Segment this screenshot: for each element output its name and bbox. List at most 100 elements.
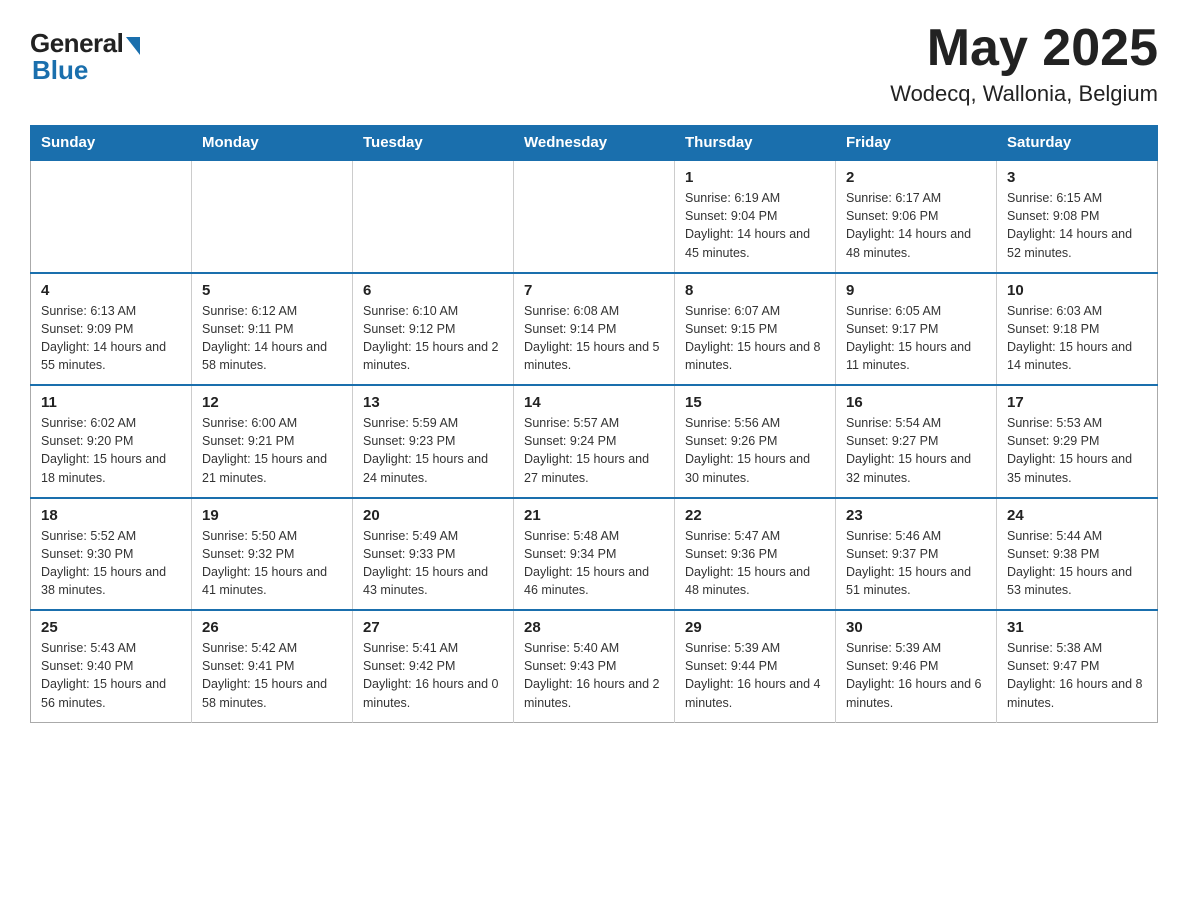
calendar-cell: 2 Sunrise: 6:17 AMSunset: 9:06 PMDaylight… [836, 160, 997, 273]
day-number: 5 [202, 282, 342, 299]
day-number: 22 [685, 507, 825, 524]
day-number: 1 [685, 169, 825, 186]
day-info: Sunrise: 6:12 AMSunset: 9:11 PMDaylight:… [202, 302, 342, 375]
calendar-cell: 17 Sunrise: 5:53 AMSunset: 9:29 PMDayligh… [997, 385, 1158, 498]
calendar-cell: 31Sunrise: 5:38 AMSunset: 9:47 PMDayligh… [997, 610, 1158, 722]
day-number: 19 [202, 507, 342, 524]
calendar-cell: 26Sunrise: 5:42 AMSunset: 9:41 PMDayligh… [192, 610, 353, 722]
day-info: Sunrise: 6:19 AMSunset: 9:04 PMDaylight:… [685, 189, 825, 262]
day-info: Sunrise: 6:17 AMSunset: 9:06 PMDaylight:… [846, 189, 986, 262]
weekday-header-monday: Monday [192, 126, 353, 161]
calendar-cell: 6 Sunrise: 6:10 AMSunset: 9:12 PMDaylight… [353, 273, 514, 386]
weekday-header-friday: Friday [836, 126, 997, 161]
day-number: 24 [1007, 507, 1147, 524]
day-number: 12 [202, 394, 342, 411]
calendar-cell: 7 Sunrise: 6:08 AMSunset: 9:14 PMDaylight… [514, 273, 675, 386]
day-number: 2 [846, 169, 986, 186]
day-info: Sunrise: 6:00 AMSunset: 9:21 PMDaylight:… [202, 414, 342, 487]
day-number: 6 [363, 282, 503, 299]
weekday-header-wednesday: Wednesday [514, 126, 675, 161]
day-number: 16 [846, 394, 986, 411]
day-number: 23 [846, 507, 986, 524]
calendar-cell: 3Sunrise: 6:15 AMSunset: 9:08 PMDaylight… [997, 160, 1158, 273]
calendar-cell: 5 Sunrise: 6:12 AMSunset: 9:11 PMDaylight… [192, 273, 353, 386]
calendar-cell [192, 160, 353, 273]
calendar-cell: 28 Sunrise: 5:40 AMSunset: 9:43 PMDayligh… [514, 610, 675, 722]
weekday-header-tuesday: Tuesday [353, 126, 514, 161]
calendar-cell: 24 Sunrise: 5:44 AMSunset: 9:38 PMDayligh… [997, 498, 1158, 611]
day-info: Sunrise: 6:07 AMSunset: 9:15 PMDaylight:… [685, 302, 825, 375]
day-info: Sunrise: 5:49 AMSunset: 9:33 PMDaylight:… [363, 527, 503, 600]
day-number: 27 [363, 619, 503, 636]
calendar-table: SundayMondayTuesdayWednesdayThursdayFrid… [30, 125, 1158, 723]
calendar-cell: 1 Sunrise: 6:19 AMSunset: 9:04 PMDaylight… [675, 160, 836, 273]
day-info: Sunrise: 5:40 AMSunset: 9:43 PMDaylight:… [524, 639, 664, 712]
day-number: 30 [846, 619, 986, 636]
weekday-header-sunday: Sunday [31, 126, 192, 161]
day-info: Sunrise: 5:47 AMSunset: 9:36 PMDaylight:… [685, 527, 825, 600]
calendar-header: SundayMondayTuesdayWednesdayThursdayFrid… [31, 126, 1158, 161]
calendar-cell: 13 Sunrise: 5:59 AMSunset: 9:23 PMDayligh… [353, 385, 514, 498]
logo-arrow-icon [126, 37, 140, 55]
day-info: Sunrise: 6:03 AMSunset: 9:18 PMDaylight:… [1007, 302, 1147, 375]
calendar-cell: 21Sunrise: 5:48 AMSunset: 9:34 PMDayligh… [514, 498, 675, 611]
logo: General Blue [30, 20, 140, 86]
page-header: General Blue May 2025 Wodecq, Wallonia, … [30, 20, 1158, 107]
calendar-cell: 18Sunrise: 5:52 AMSunset: 9:30 PMDayligh… [31, 498, 192, 611]
calendar-week-row: 18Sunrise: 5:52 AMSunset: 9:30 PMDayligh… [31, 498, 1158, 611]
day-info: Sunrise: 5:48 AMSunset: 9:34 PMDaylight:… [524, 527, 664, 600]
weekday-header-thursday: Thursday [675, 126, 836, 161]
day-info: Sunrise: 6:08 AMSunset: 9:14 PMDaylight:… [524, 302, 664, 375]
location-title: Wodecq, Wallonia, Belgium [890, 81, 1158, 107]
calendar-cell: 10Sunrise: 6:03 AMSunset: 9:18 PMDayligh… [997, 273, 1158, 386]
calendar-cell: 29Sunrise: 5:39 AMSunset: 9:44 PMDayligh… [675, 610, 836, 722]
weekday-header-saturday: Saturday [997, 126, 1158, 161]
day-info: Sunrise: 5:57 AMSunset: 9:24 PMDaylight:… [524, 414, 664, 487]
calendar-cell [353, 160, 514, 273]
day-info: Sunrise: 5:54 AMSunset: 9:27 PMDaylight:… [846, 414, 986, 487]
day-number: 8 [685, 282, 825, 299]
day-number: 26 [202, 619, 342, 636]
month-title: May 2025 [890, 20, 1158, 77]
day-info: Sunrise: 5:53 AMSunset: 9:29 PMDaylight:… [1007, 414, 1147, 487]
day-number: 9 [846, 282, 986, 299]
logo-blue-text: Blue [30, 55, 88, 86]
calendar-cell: 9 Sunrise: 6:05 AMSunset: 9:17 PMDaylight… [836, 273, 997, 386]
calendar-cell: 15Sunrise: 5:56 AMSunset: 9:26 PMDayligh… [675, 385, 836, 498]
calendar-week-row: 11Sunrise: 6:02 AMSunset: 9:20 PMDayligh… [31, 385, 1158, 498]
calendar-cell: 20 Sunrise: 5:49 AMSunset: 9:33 PMDayligh… [353, 498, 514, 611]
day-info: Sunrise: 6:05 AMSunset: 9:17 PMDaylight:… [846, 302, 986, 375]
calendar-body: 1 Sunrise: 6:19 AMSunset: 9:04 PMDaylight… [31, 160, 1158, 722]
day-info: Sunrise: 6:10 AMSunset: 9:12 PMDaylight:… [363, 302, 503, 375]
day-info: Sunrise: 5:39 AMSunset: 9:44 PMDaylight:… [685, 639, 825, 712]
day-number: 14 [524, 394, 664, 411]
day-info: Sunrise: 6:02 AMSunset: 9:20 PMDaylight:… [41, 414, 181, 487]
day-info: Sunrise: 6:13 AMSunset: 9:09 PMDaylight:… [41, 302, 181, 375]
calendar-cell: 19 Sunrise: 5:50 AMSunset: 9:32 PMDayligh… [192, 498, 353, 611]
day-number: 4 [41, 282, 181, 299]
calendar-cell: 30Sunrise: 5:39 AMSunset: 9:46 PMDayligh… [836, 610, 997, 722]
calendar-cell: 8 Sunrise: 6:07 AMSunset: 9:15 PMDaylight… [675, 273, 836, 386]
day-info: Sunrise: 5:56 AMSunset: 9:26 PMDaylight:… [685, 414, 825, 487]
title-block: May 2025 Wodecq, Wallonia, Belgium [890, 20, 1158, 107]
calendar-cell: 11Sunrise: 6:02 AMSunset: 9:20 PMDayligh… [31, 385, 192, 498]
day-number: 13 [363, 394, 503, 411]
day-number: 7 [524, 282, 664, 299]
day-info: Sunrise: 5:43 AMSunset: 9:40 PMDaylight:… [41, 639, 181, 712]
calendar-cell: 25 Sunrise: 5:43 AMSunset: 9:40 PMDayligh… [31, 610, 192, 722]
day-info: Sunrise: 6:15 AMSunset: 9:08 PMDaylight:… [1007, 189, 1147, 262]
day-number: 25 [41, 619, 181, 636]
day-number: 20 [363, 507, 503, 524]
day-number: 17 [1007, 394, 1147, 411]
calendar-cell: 14 Sunrise: 5:57 AMSunset: 9:24 PMDayligh… [514, 385, 675, 498]
day-info: Sunrise: 5:52 AMSunset: 9:30 PMDaylight:… [41, 527, 181, 600]
day-number: 28 [524, 619, 664, 636]
calendar-cell [514, 160, 675, 273]
calendar-cell: 16 Sunrise: 5:54 AMSunset: 9:27 PMDayligh… [836, 385, 997, 498]
day-info: Sunrise: 5:44 AMSunset: 9:38 PMDaylight:… [1007, 527, 1147, 600]
day-info: Sunrise: 5:59 AMSunset: 9:23 PMDaylight:… [363, 414, 503, 487]
calendar-week-row: 25 Sunrise: 5:43 AMSunset: 9:40 PMDayligh… [31, 610, 1158, 722]
day-number: 31 [1007, 619, 1147, 636]
calendar-cell: 23Sunrise: 5:46 AMSunset: 9:37 PMDayligh… [836, 498, 997, 611]
day-info: Sunrise: 5:50 AMSunset: 9:32 PMDaylight:… [202, 527, 342, 600]
